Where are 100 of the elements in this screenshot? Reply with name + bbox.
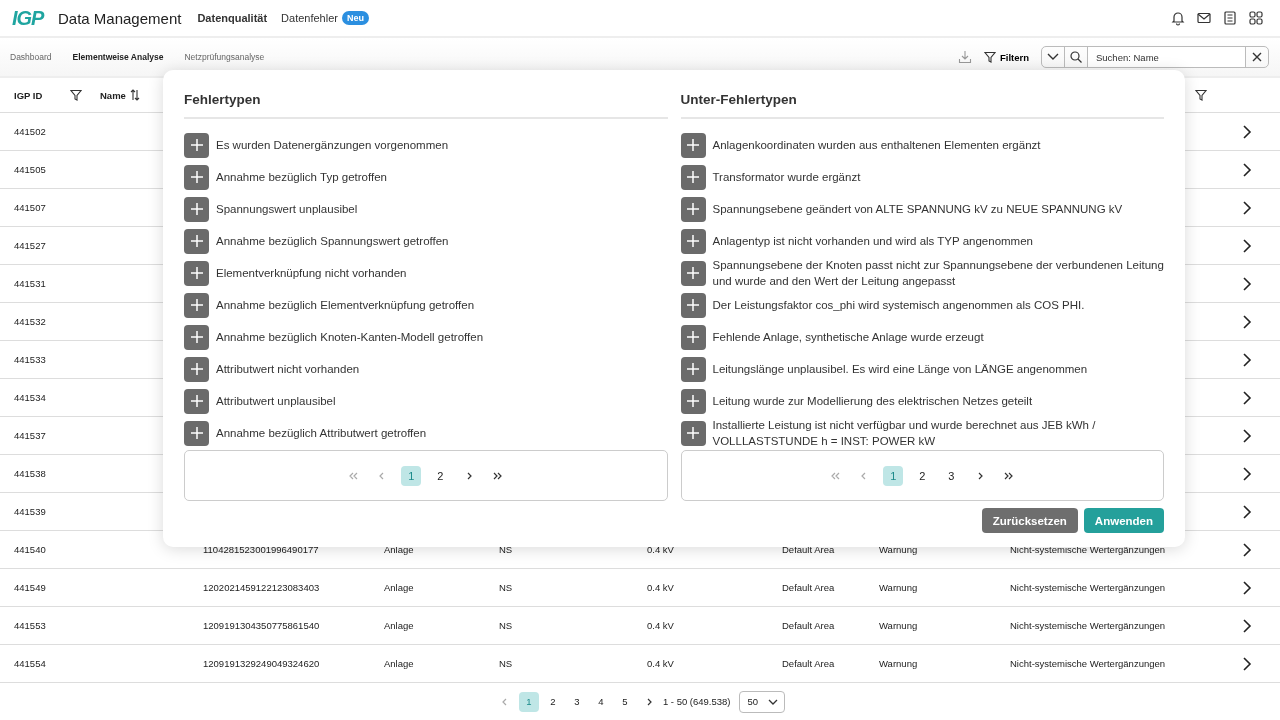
nav-tab[interactable]: Datenqualität [197, 12, 268, 24]
page-button[interactable]: 5 [614, 691, 635, 712]
add-button[interactable] [680, 260, 706, 286]
table-cell: Default Area [782, 620, 835, 631]
filter-button[interactable]: Filtern [983, 51, 1029, 63]
chevron-right-icon[interactable] [1242, 315, 1252, 329]
table-cell: NS [499, 544, 513, 555]
chevron-right-icon[interactable] [1242, 619, 1252, 633]
page-button[interactable]: 2 [912, 465, 933, 486]
chevron-right-icon[interactable] [1242, 239, 1252, 253]
plus-icon [686, 362, 700, 376]
chevron-right-icon[interactable] [1242, 657, 1252, 671]
plus-icon [686, 234, 700, 248]
page-button[interactable]: 3 [941, 465, 962, 486]
table-cell: 441553 [14, 620, 46, 631]
double-chevron-right-icon[interactable] [493, 471, 504, 480]
page-button[interactable]: 3 [566, 691, 587, 712]
table-cell: 441539 [14, 506, 46, 517]
chevron-right-icon[interactable] [1242, 277, 1252, 291]
filter-icon[interactable] [70, 89, 83, 101]
add-button[interactable] [680, 132, 706, 158]
sub-tab[interactable]: Dashboard [10, 52, 52, 62]
chevron-down-icon[interactable] [1047, 53, 1059, 61]
add-button[interactable] [184, 420, 209, 446]
document-icon[interactable] [1222, 10, 1238, 26]
double-chevron-right-icon[interactable] [1004, 471, 1015, 480]
error-type-label: Leitung wurde zur Modellierung des elektrischen Netzes geteilt [712, 393, 1033, 409]
table-cell: 0.4 kV [647, 582, 674, 593]
plus-icon [189, 362, 204, 376]
page-range: 1 - 50 (649.538) [662, 696, 731, 707]
chevron-right-icon[interactable] [1242, 581, 1252, 595]
add-button[interactable] [184, 356, 209, 382]
add-button[interactable] [680, 196, 706, 222]
table-cell: 1202021459122123083403 [203, 582, 320, 593]
table-cell: Nicht-systemische Wertergänzungen [1010, 582, 1166, 593]
error-type-label: Spannungsebene geändert von ALTE SPANNUNG kV zu NEUE SPANNUNG kV [712, 201, 1123, 217]
add-button[interactable] [184, 324, 209, 350]
error-type-label: Attributwert nicht vorhanden [216, 361, 360, 377]
page-button[interactable]: 2 [542, 691, 563, 712]
error-type-label: Der Leistungsfaktor cos_phi wird systemisch angenommen als COS PHI. [712, 297, 1085, 313]
add-button[interactable] [184, 260, 209, 286]
mail-icon[interactable] [1196, 10, 1212, 26]
table-cell: 441549 [14, 582, 46, 593]
error-type-label: Es wurden Datenergänzungen vorgenommen [216, 137, 449, 153]
table-cell: 441534 [14, 392, 46, 403]
table-cell: 441532 [14, 316, 46, 327]
table-cell: Anlage [384, 582, 414, 593]
logo: IGP [12, 6, 44, 30]
download-icon[interactable] [957, 50, 972, 64]
add-button[interactable] [184, 388, 209, 414]
error-type-label: Attributwert unplausibel [216, 393, 336, 409]
error-type-label: Spannungsebene der Knoten passt nicht zur Spannungsebene der verbundenen Leitung und wurde and den Wert der Leitung angepasst [712, 257, 1164, 289]
sort-icon[interactable] [129, 89, 140, 101]
chevron-right-icon[interactable] [1242, 391, 1252, 405]
plus-icon [189, 298, 204, 312]
chevron-right-icon[interactable] [1242, 353, 1252, 367]
table-cell: 1209191304350775861540 [203, 620, 320, 631]
close-icon[interactable] [1252, 52, 1262, 62]
add-button[interactable] [680, 228, 706, 254]
chevron-right-icon[interactable] [1242, 467, 1252, 481]
chevron-right-icon[interactable] [1242, 429, 1252, 443]
error-type-label: Anlagentyp ist nicht vorhanden und wird als TYP angenommen [712, 233, 1033, 249]
add-button[interactable] [680, 388, 706, 414]
add-button[interactable] [680, 420, 706, 446]
page-button[interactable]: 2 [430, 465, 451, 486]
chevron-right-icon[interactable] [1242, 125, 1252, 139]
filter-icon[interactable] [1195, 89, 1207, 101]
add-button[interactable] [184, 164, 209, 190]
sub-tab[interactable]: Elementweise Analyse [72, 52, 164, 62]
apps-icon[interactable] [1248, 10, 1264, 26]
page-size-select[interactable]: 50 [738, 690, 786, 713]
table-cell: 441540 [14, 544, 46, 555]
plus-icon [686, 330, 700, 344]
add-button[interactable] [184, 196, 209, 222]
plus-icon [189, 170, 204, 184]
chevron-right-icon[interactable] [1242, 163, 1252, 177]
table-cell: 441507 [14, 202, 46, 213]
add-button[interactable] [184, 292, 209, 318]
plus-icon [686, 170, 700, 184]
add-button[interactable] [680, 356, 706, 382]
plus-icon [189, 426, 204, 440]
reset-button[interactable]: Zurücksetzen [981, 508, 1078, 533]
sub-tab[interactable]: Netzprüfungsanalyse [184, 52, 265, 62]
search-field[interactable]: Suchen: Name [1041, 46, 1269, 68]
table-cell: Warnung [879, 658, 918, 669]
plus-icon [686, 202, 700, 216]
table-cell: Default Area [782, 658, 835, 669]
chevron-right-icon[interactable] [1242, 543, 1252, 557]
add-button[interactable] [184, 228, 209, 254]
column-header: IGP ID [14, 89, 43, 101]
add-button[interactable] [184, 132, 209, 158]
bell-icon[interactable] [1170, 10, 1186, 26]
page-button[interactable]: 4 [590, 691, 611, 712]
nav-tab[interactable]: Datenfehler Neu [281, 11, 369, 25]
add-button[interactable] [680, 324, 706, 350]
chevron-right-icon[interactable] [1242, 505, 1252, 519]
chevron-right-icon[interactable] [1242, 201, 1252, 215]
add-button[interactable] [680, 292, 706, 318]
add-button[interactable] [680, 164, 706, 190]
plus-icon [189, 202, 204, 216]
